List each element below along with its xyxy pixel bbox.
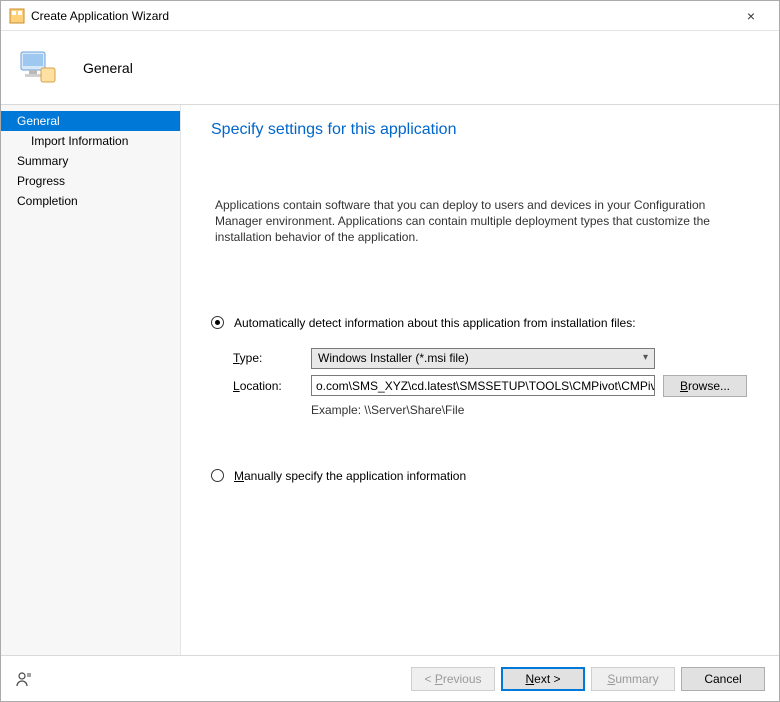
sidebar-item-completion[interactable]: Completion (1, 191, 180, 211)
wizard-sidebar: General Import Information Summary Progr… (1, 105, 181, 655)
radio-manual[interactable]: Manually specify the application informa… (211, 469, 763, 483)
wizard-footer: < Previous Next > Summary Cancel (1, 655, 779, 701)
sidebar-item-import-information[interactable]: Import Information (1, 131, 180, 151)
titlebar: Create Application Wizard × (1, 1, 779, 31)
location-label: Location: (233, 379, 311, 393)
next-button[interactable]: Next > (501, 667, 585, 691)
page-intro-text: Applications contain software that you c… (211, 197, 763, 246)
wizard-header: General (1, 31, 779, 105)
radio-auto-detect[interactable]: Automatically detect information about t… (211, 316, 763, 330)
wizard-icon (15, 46, 59, 90)
page-title: Specify settings for this application (211, 121, 763, 139)
previous-button: < Previous (411, 667, 495, 691)
type-select[interactable]: Windows Installer (*.msi file) ▾ (311, 348, 655, 369)
summary-button: Summary (591, 667, 675, 691)
sidebar-item-summary[interactable]: Summary (1, 151, 180, 171)
location-example: Example: \\Server\Share\File (233, 403, 763, 417)
sidebar-item-progress[interactable]: Progress (1, 171, 180, 191)
radio-button-icon (211, 469, 224, 482)
cancel-button[interactable]: Cancel (681, 667, 765, 691)
auto-detect-form: Type: Windows Installer (*.msi file) ▾ L… (211, 348, 763, 417)
chevron-down-icon: ▾ (643, 352, 648, 363)
location-input[interactable]: o.com\SMS_XYZ\cd.latest\SMSSETUP\TOOLS\C… (311, 375, 655, 396)
radio-button-icon (211, 316, 224, 329)
user-feedback-icon[interactable] (15, 670, 33, 688)
type-select-value: Windows Installer (*.msi file) (318, 351, 469, 365)
sidebar-item-general[interactable]: General (1, 111, 180, 131)
radio-manual-label: Manually specify the application informa… (234, 469, 466, 483)
window-title: Create Application Wizard (31, 9, 731, 23)
app-icon (9, 8, 25, 24)
header-step-title: General (83, 60, 133, 76)
close-icon[interactable]: × (731, 8, 771, 24)
location-value: o.com\SMS_XYZ\cd.latest\SMSSETUP\TOOLS\C… (316, 379, 655, 393)
browse-button[interactable]: Browse... (663, 375, 747, 397)
type-label: Type: (233, 351, 311, 365)
radio-auto-label: Automatically detect information about t… (234, 316, 636, 330)
wizard-content: Specify settings for this application Ap… (181, 105, 779, 655)
